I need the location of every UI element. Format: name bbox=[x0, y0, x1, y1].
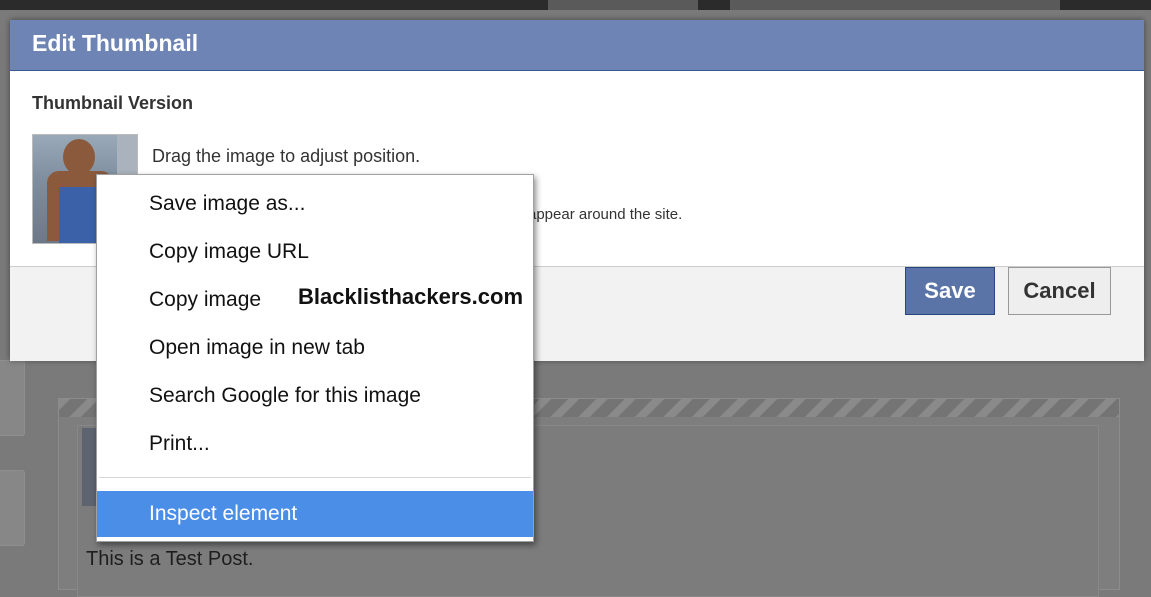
top-bar-segment bbox=[548, 0, 698, 10]
menu-item-copy-image-url[interactable]: Copy image URL bbox=[97, 229, 533, 275]
side-tab[interactable] bbox=[0, 360, 25, 436]
left-column bbox=[0, 360, 26, 578]
dialog-title: Edit Thumbnail bbox=[32, 30, 199, 56]
menu-item-search-google[interactable]: Search Google for this image bbox=[97, 373, 533, 419]
save-button[interactable]: Save bbox=[905, 267, 995, 315]
menu-item-print[interactable]: Print... bbox=[97, 421, 533, 467]
post-text: This is a Test Post. bbox=[86, 548, 254, 570]
dialog-header: Edit Thumbnail bbox=[10, 20, 1144, 71]
usage-hint: appear around the site. bbox=[528, 206, 683, 223]
side-tab[interactable] bbox=[0, 470, 25, 546]
menu-item-save-image[interactable]: Save image as... bbox=[97, 181, 533, 227]
cancel-button[interactable]: Cancel bbox=[1008, 267, 1111, 315]
context-menu: Save image as... Copy image URL Copy ima… bbox=[96, 174, 534, 542]
section-title: Thumbnail Version bbox=[32, 93, 194, 113]
drag-hint: Drag the image to adjust position. bbox=[152, 146, 421, 166]
top-bar bbox=[0, 0, 1151, 10]
menu-item-inspect-element[interactable]: Inspect element bbox=[97, 491, 533, 537]
menu-item-open-new-tab[interactable]: Open image in new tab bbox=[97, 325, 533, 371]
top-bar-segment bbox=[730, 0, 1060, 10]
watermark: Blacklisthackers.com bbox=[298, 284, 524, 309]
menu-separator bbox=[99, 477, 531, 478]
thumbnail-figure-head bbox=[63, 139, 95, 175]
